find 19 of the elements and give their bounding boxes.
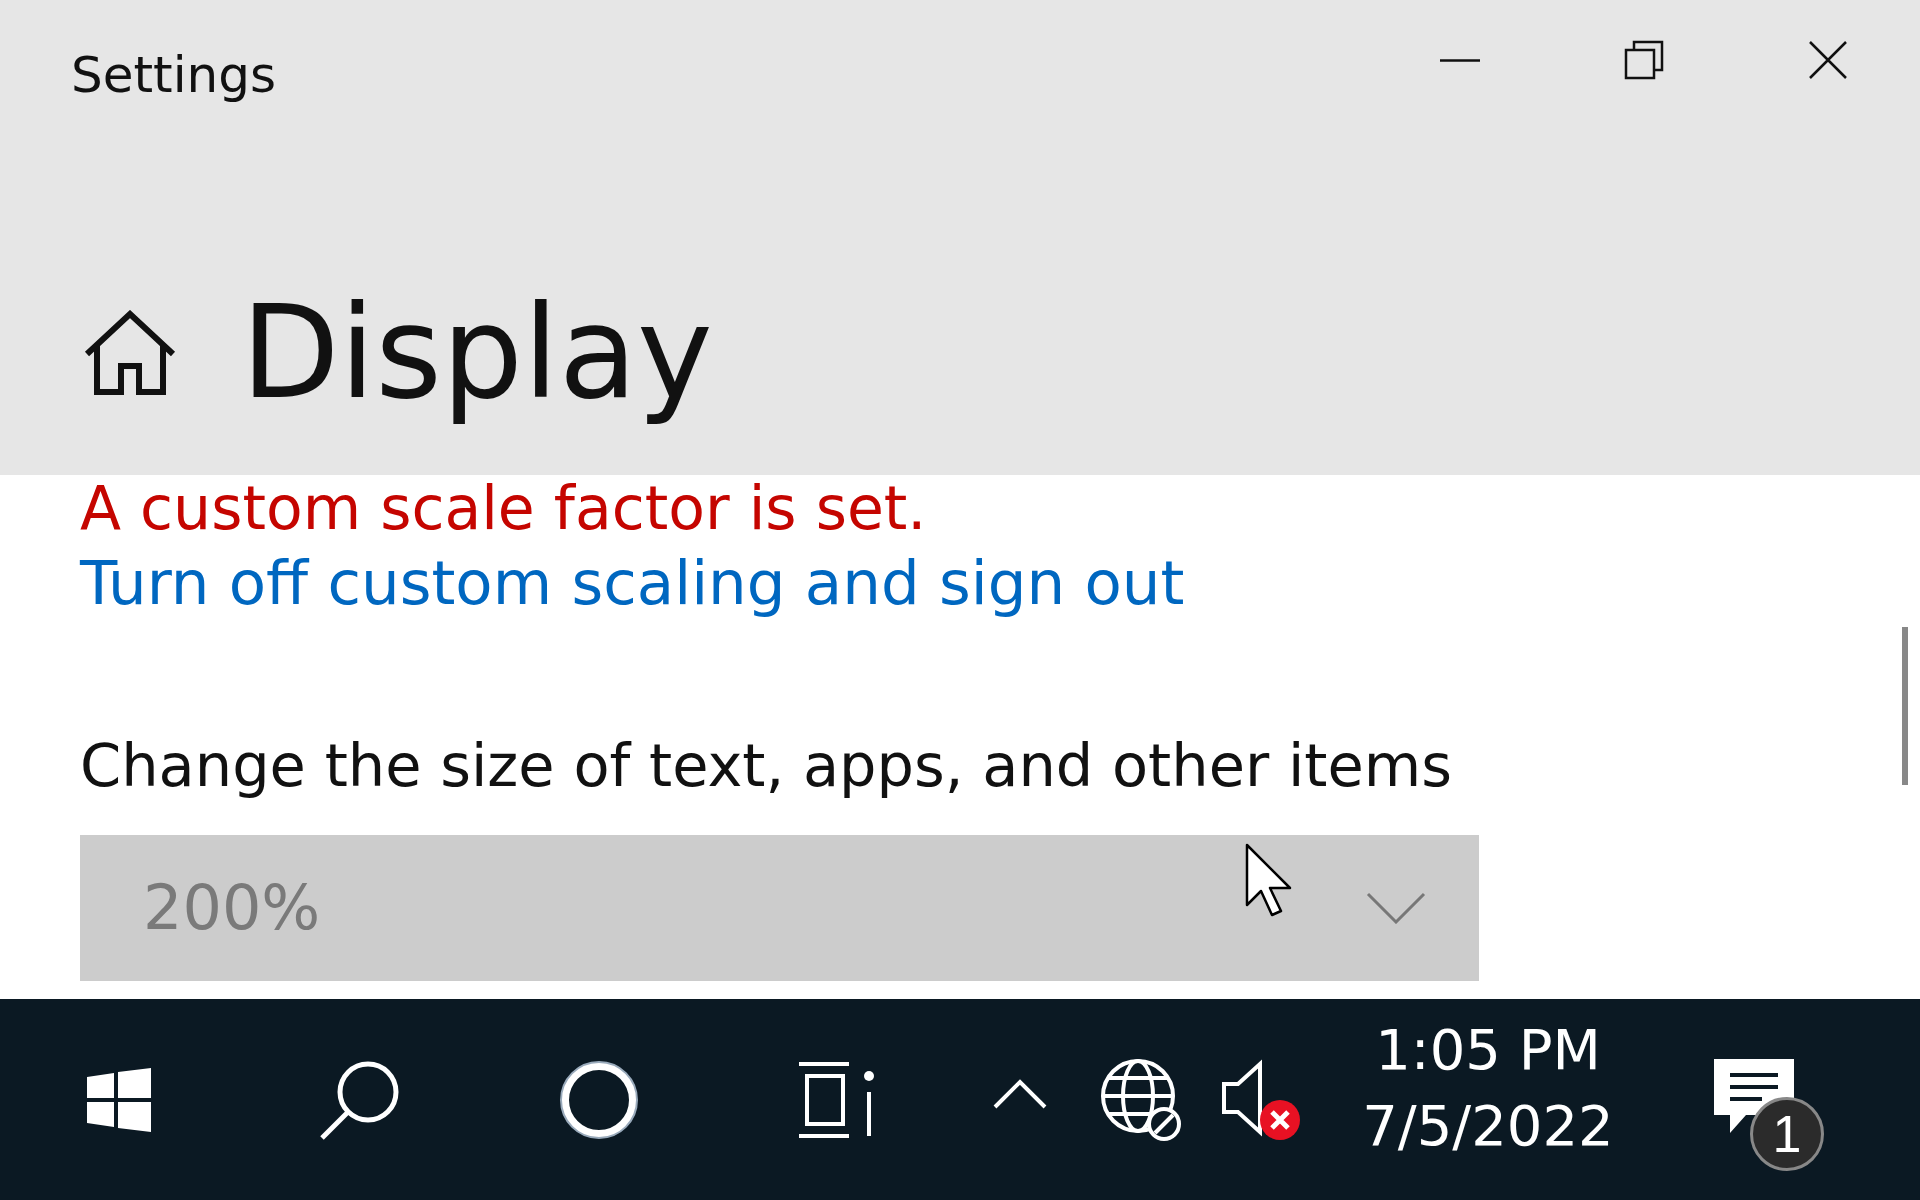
close-icon [1808,40,1848,80]
scrollbar[interactable] [1902,627,1908,785]
notifications-button[interactable]: 1 [1712,1057,1842,1177]
home-icon[interactable] [83,310,177,397]
chevron-down-icon [1366,892,1426,924]
warning-text: A custom scale factor is set. [80,475,927,541]
windows-logo-icon[interactable] [87,1067,151,1132]
scale-label: Change the size of text, apps, and other items [80,734,1452,799]
clock-date[interactable]: 7/5/2022 [1362,1094,1614,1157]
notification-count-badge: 1 [1750,1097,1824,1171]
custom-scaling-link[interactable]: Turn off custom scaling and sign out [80,549,1185,617]
page-title: Display [241,277,713,429]
chevron-up-icon[interactable] [993,1078,1047,1109]
restore-icon [1624,40,1664,80]
minimize-icon [1440,58,1480,62]
circle-icon[interactable] [559,1059,639,1140]
window-title: Settings [71,46,277,104]
clock-time[interactable]: 1:05 PM [1375,1019,1601,1081]
globe-icon[interactable] [1100,1057,1184,1142]
